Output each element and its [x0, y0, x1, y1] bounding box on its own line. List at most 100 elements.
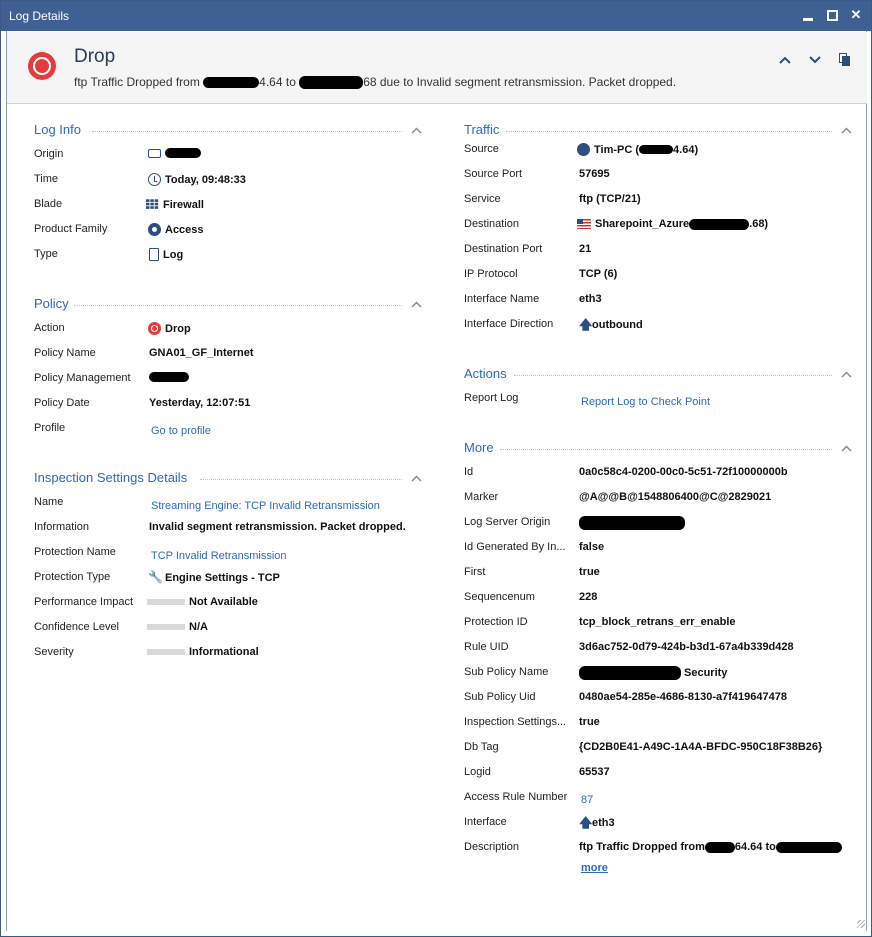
redacted-block [775, 841, 842, 853]
policy-section: Policy [34, 296, 424, 314]
redacted-block [689, 218, 750, 230]
field-label: Destination [464, 218, 520, 230]
field-label: Id Generated By In... [464, 541, 566, 553]
access-rule-link[interactable]: 87 [581, 794, 593, 806]
field-value: {CD2B0E41-A49C-1A4A-BFDC-950C18F38B26} [579, 741, 823, 753]
section-divider [500, 449, 832, 450]
globe-icon [577, 143, 590, 156]
field-label: First [464, 566, 486, 578]
collapse-chevron-icon[interactable] [411, 471, 422, 485]
field-label: Report Log [464, 392, 519, 404]
window-title: Log Details [9, 9, 70, 23]
more-link[interactable]: more [581, 862, 608, 874]
collapse-chevron-icon[interactable] [411, 297, 422, 311]
field-value: 🡅 eth3 [579, 815, 615, 830]
field-value: 65537 [579, 766, 610, 778]
level-bar [147, 649, 185, 655]
next-log-button[interactable] [807, 52, 823, 68]
protection-link[interactable]: TCP Invalid Retransmission [151, 550, 287, 562]
field-label: IP Protocol [464, 268, 518, 280]
field-value: 🡅 outbound [579, 317, 643, 332]
desc-source: 4.64 to [259, 75, 300, 89]
chevron-down-icon [809, 56, 821, 64]
redacted-block [149, 372, 189, 382]
maximize-button[interactable] [825, 7, 839, 23]
field-value: Invalid segment retransmission. Packet d… [149, 521, 406, 533]
section-title: Policy [34, 296, 73, 311]
redacted-block [579, 516, 685, 530]
field-label: Protection Name [34, 546, 116, 558]
maximize-icon [826, 9, 838, 21]
field-value: false [579, 541, 605, 553]
section-divider [514, 375, 832, 376]
field-label: Name [34, 496, 64, 508]
collapse-chevron-icon[interactable] [841, 123, 852, 137]
level-bar [147, 624, 185, 630]
log-title: Drop [74, 46, 116, 67]
log-description: ftp Traffic Dropped from 4.64 to 68 due … [74, 75, 676, 90]
field-label: Policy Name [34, 347, 96, 359]
field-value: 🔧 Engine Settings - TCP [148, 570, 280, 584]
section-divider [74, 305, 402, 306]
access-icon [148, 223, 161, 236]
previous-log-button[interactable] [777, 52, 793, 68]
field-value: Drop [148, 322, 191, 335]
section-title: Log Info [34, 122, 85, 137]
field-value: Security [579, 666, 727, 680]
redacted-block [165, 148, 201, 158]
report-log-link[interactable]: Report Log to Check Point [581, 396, 710, 408]
collapse-chevron-icon[interactable] [411, 123, 422, 137]
field-label: Inspection Settings... [464, 716, 567, 728]
field-label: Information [34, 521, 90, 533]
redacted-block [704, 841, 735, 853]
redacted-block [579, 666, 681, 680]
close-button[interactable]: ✕ [849, 7, 863, 23]
title-bar[interactable]: Log Details ✕ [1, 1, 871, 31]
field-label: Logid [464, 766, 491, 778]
collapse-chevron-icon[interactable] [841, 441, 852, 455]
collapse-chevron-icon[interactable] [841, 367, 852, 381]
log-info-section: Log Info [34, 122, 424, 140]
field-value [148, 148, 201, 158]
field-label: Severity [34, 646, 74, 658]
field-label: Log Server Origin [464, 516, 551, 528]
field-label: Description [464, 841, 520, 853]
field-label: Profile [34, 422, 66, 434]
field-value: Firewall [146, 198, 204, 211]
minimize-button[interactable] [801, 7, 815, 23]
field-value [579, 516, 685, 530]
field-label: Id [464, 466, 474, 478]
section-title: More [464, 440, 498, 455]
wrench-icon: 🔧 [148, 570, 163, 584]
go-to-profile-link[interactable]: Go to profile [151, 425, 211, 437]
field-value: 0a0c58c4-0200-00c0-5c51-72f10000000b [579, 466, 788, 478]
field-value: ftp Traffic Dropped from 64.64 to [579, 841, 842, 853]
desc-prefix: ftp Traffic Dropped from [74, 75, 204, 89]
field-value: Sharepoint_Azure .68) [577, 218, 768, 230]
section-divider [92, 131, 402, 132]
resize-grip[interactable] [857, 920, 865, 928]
field-label: Sub Policy Uid [464, 691, 536, 703]
field-value: true [579, 716, 600, 728]
up-arrow-icon: 🡅 [579, 815, 593, 830]
drop-icon [28, 52, 56, 80]
field-label: Interface [464, 816, 507, 828]
field-label: Product Family [34, 223, 108, 235]
log-details-window: Log Details ✕ Drop ftp Traffic Dropped f… [0, 0, 872, 937]
field-label: Protection Type [34, 571, 111, 583]
traffic-section: Traffic [464, 122, 854, 140]
field-label: Db Tag [464, 741, 499, 753]
field-label: Service [464, 193, 501, 205]
field-value: 21 [579, 243, 592, 255]
field-label: Rule UID [464, 641, 509, 653]
section-title: Inspection Settings Details [34, 470, 192, 485]
field-label: Interface Name [464, 293, 540, 305]
section-title: Actions [464, 366, 511, 381]
field-value: 3d6ac752-0d79-424b-b3d1-67a4b339d428 [579, 641, 794, 653]
copy-button[interactable] [837, 52, 853, 68]
protection-name-link[interactable]: Streaming Engine: TCP Invalid Retransmis… [151, 500, 380, 512]
field-label: Type [34, 248, 58, 260]
field-value: TCP (6) [579, 268, 618, 280]
close-icon: ✕ [850, 7, 862, 22]
up-arrow-icon: 🡅 [579, 317, 593, 332]
